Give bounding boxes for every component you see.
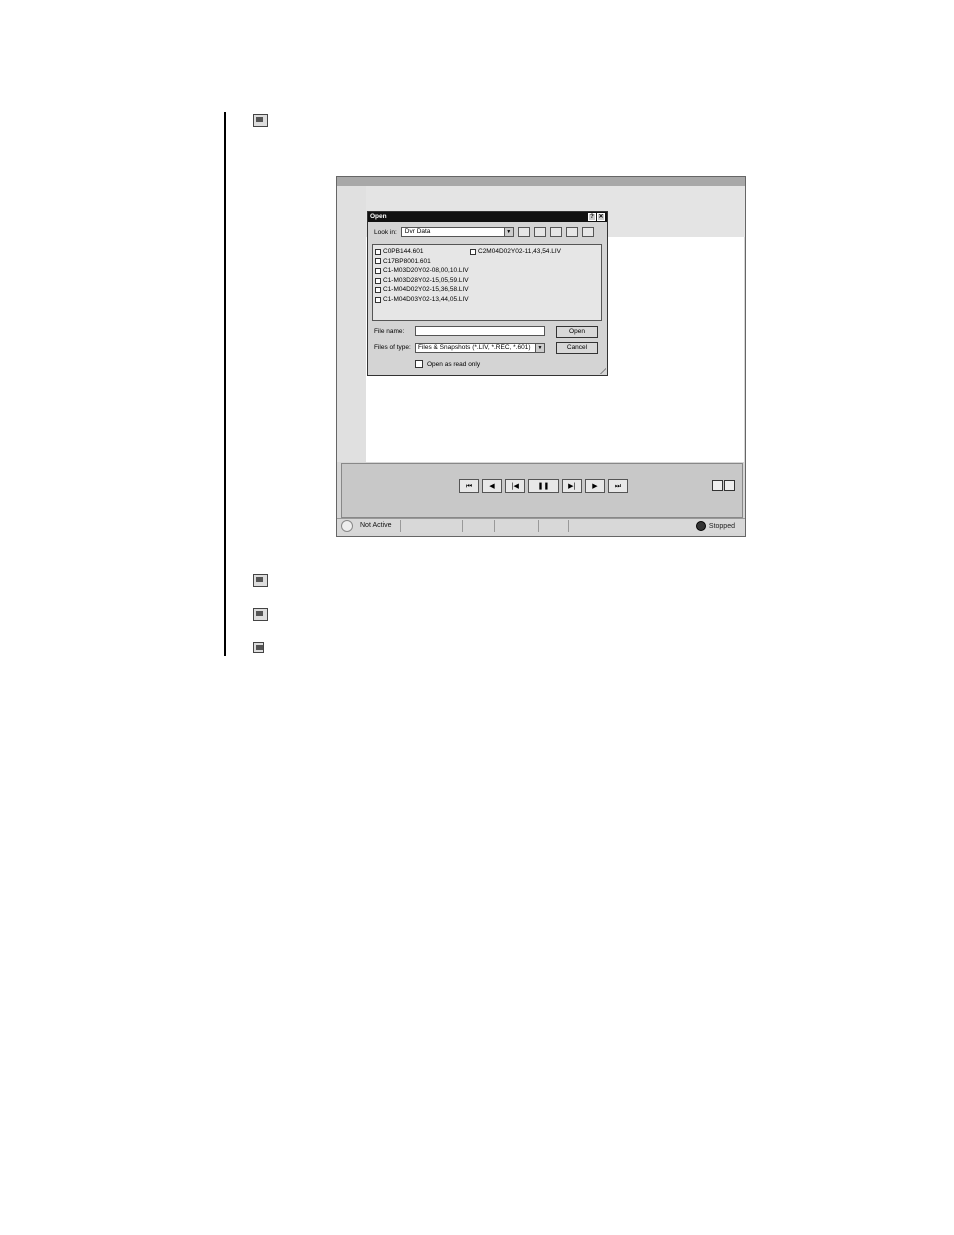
save-disk-icon [253, 574, 268, 587]
step-back-button[interactable]: |◀ [505, 479, 525, 493]
playback-control-panel: ⏮ ◀ |◀ ❚❚ ▶| ▶ ⏭ [341, 463, 743, 518]
new-folder-icon[interactable] [550, 227, 562, 237]
transport-controls: ⏮ ◀ |◀ ❚❚ ▶| ▶ ⏭ [459, 479, 628, 493]
list-item[interactable]: C1-M03D28Y02-15,05,59.LIV [375, 276, 469, 286]
file-column-2: C2M04D02Y02-11,43,54.LIV [470, 247, 561, 257]
list-item[interactable]: C1-M03D20Y02-08,00,10.LIV [375, 266, 469, 276]
open-button[interactable]: Open [556, 326, 598, 338]
file-list[interactable]: C0PB144.601 C17BP8001.601 C1-M03D20Y02-0… [372, 244, 602, 321]
printer-icon [253, 608, 268, 621]
file-column-1: C0PB144.601 C17BP8001.601 C1-M03D20Y02-0… [375, 247, 469, 305]
layout-icon[interactable] [712, 480, 723, 491]
file-icon [375, 296, 381, 303]
skip-to-start-button[interactable]: ⏮ [459, 479, 479, 493]
play-reverse-button[interactable]: ◀ [482, 479, 502, 493]
playback-state: Stopped [695, 521, 745, 531]
file-icon [375, 287, 381, 294]
file-icon [375, 258, 381, 265]
list-view-icon[interactable] [566, 227, 578, 237]
margin-rule [224, 112, 226, 656]
cancel-button[interactable]: Cancel [556, 342, 598, 354]
look-in-dropdown[interactable]: Dvr Data ▼ [400, 227, 514, 237]
play-button[interactable]: ▶ [585, 479, 605, 493]
list-item[interactable]: C0PB144.601 [375, 247, 469, 257]
look-in-value: Dvr Data [404, 228, 431, 235]
look-in-label: Look in: [374, 228, 397, 236]
file-name-label: File name: [374, 328, 405, 335]
files-of-type-value: Files & Snapshots (*.LIV, *.REC, *.601) [418, 344, 531, 351]
dialog-title-bar: Open ? ✕ [368, 212, 607, 222]
stop-icon [695, 521, 706, 531]
open-dialog: Open ? ✕ Look in: Dvr Data ▼ C0PB144.601… [367, 211, 608, 376]
file-icon [375, 277, 381, 284]
step-forward-button[interactable]: ▶| [562, 479, 582, 493]
status-cell [539, 520, 569, 532]
chevron-down-icon[interactable]: ▼ [503, 228, 513, 236]
application-window: Open ? ✕ Look in: Dvr Data ▼ C0PB144.601… [336, 176, 746, 537]
dialog-title: Open [370, 213, 387, 220]
list-item[interactable]: C1-M04D03Y02-13,44,05.LIV [375, 295, 469, 305]
up-folder-icon[interactable] [518, 227, 530, 237]
status-bar: Not Active Stopped [337, 518, 745, 533]
file-name-input[interactable] [415, 326, 545, 336]
look-in-row: Look in: Dvr Data ▼ [374, 227, 514, 237]
read-only-label: Open as read only [427, 360, 481, 368]
help-button[interactable]: ? [588, 213, 596, 221]
skip-to-end-button[interactable]: ⏭ [608, 479, 628, 493]
list-item[interactable]: C1-M04D02Y02-15,36,58.LIV [375, 285, 469, 295]
file-icon [375, 267, 381, 274]
details-view-icon[interactable] [582, 227, 594, 237]
open-folder-icon [253, 114, 268, 127]
list-item[interactable]: C2M04D02Y02-11,43,54.LIV [470, 247, 561, 257]
files-of-type-label: Files of type: [374, 344, 411, 351]
read-only-row: Open as read only [415, 360, 480, 368]
stop-square-icon [253, 642, 264, 653]
status-cell [463, 520, 495, 532]
panel-icons [712, 480, 735, 491]
file-icon [375, 248, 381, 255]
close-button[interactable]: ✕ [597, 213, 605, 221]
open-folder-icon[interactable] [724, 480, 735, 491]
playback-state-label: Stopped [708, 522, 735, 530]
dialog-toolbar [518, 227, 594, 237]
connection-icon [341, 520, 353, 532]
resize-grip-icon[interactable] [600, 368, 606, 374]
files-of-type-dropdown[interactable]: Files & Snapshots (*.LIV, *.REC, *.601) … [415, 343, 545, 353]
desktop-icon[interactable] [534, 227, 546, 237]
pause-button[interactable]: ❚❚ [528, 479, 559, 493]
connection-status: Not Active [357, 520, 401, 532]
list-item[interactable]: C17BP8001.601 [375, 257, 469, 267]
status-cell [495, 520, 539, 532]
chevron-down-icon[interactable]: ▼ [535, 344, 544, 352]
read-only-checkbox[interactable] [415, 360, 423, 368]
app-left-panel [337, 186, 366, 462]
file-icon [470, 248, 476, 255]
status-cell [401, 520, 463, 532]
